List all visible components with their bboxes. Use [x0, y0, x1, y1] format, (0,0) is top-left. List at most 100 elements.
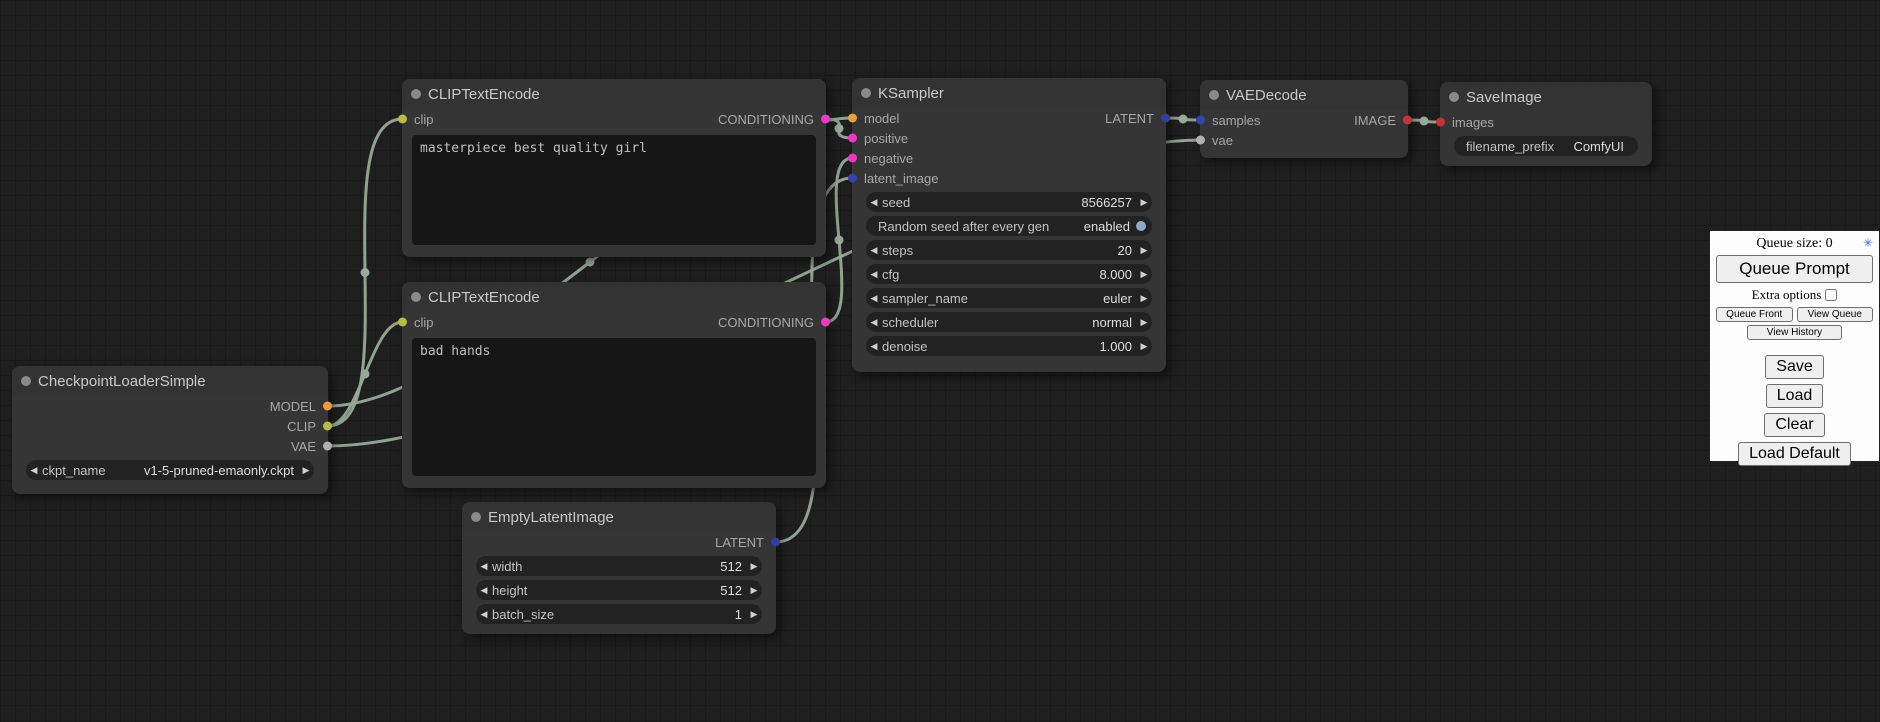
view-history-button[interactable]: View History	[1747, 325, 1841, 340]
image-input-port-icon[interactable]	[1436, 118, 1445, 127]
increment-arrow-icon[interactable]: ▶	[1136, 197, 1152, 208]
link-center-dot[interactable]	[835, 124, 844, 133]
node-collapse-icon[interactable]	[861, 88, 871, 98]
view-queue-button[interactable]: View Queue	[1797, 307, 1874, 322]
node-ksampler[interactable]: KSampler model LATENT positive negative …	[852, 78, 1166, 372]
widget-value: euler	[1103, 291, 1132, 306]
slot-label: images	[1452, 115, 1494, 130]
queue-front-button[interactable]: Queue Front	[1716, 307, 1793, 322]
increment-arrow-icon[interactable]: ▶	[1136, 341, 1152, 352]
node-collapse-icon[interactable]	[471, 512, 481, 522]
widget-ckpt-name[interactable]: ◀ ckpt_name v1-5-pruned-emaonly.ckpt ▶	[26, 460, 314, 480]
latent-input-port-icon[interactable]	[1196, 116, 1205, 125]
node-title-bar[interactable]: KSampler	[852, 78, 1166, 108]
node-emptylatentimage[interactable]: EmptyLatentImage LATENT ◀ width 512 ▶ ◀ …	[462, 502, 776, 634]
settings-icon[interactable]: ✳	[1863, 237, 1873, 249]
node-title-bar[interactable]: EmptyLatentImage	[462, 502, 776, 532]
link-wire[interactable]	[328, 322, 403, 426]
link-center-dot[interactable]	[361, 370, 370, 379]
prompt-textarea[interactable]: bad hands	[412, 338, 816, 476]
decrement-arrow-icon[interactable]: ◀	[866, 317, 882, 328]
increment-arrow-icon[interactable]: ▶	[746, 585, 762, 596]
widget-width[interactable]: ◀ width 512 ▶	[476, 556, 762, 576]
decrement-arrow-icon[interactable]: ◀	[476, 609, 492, 620]
increment-arrow-icon[interactable]: ▶	[1136, 293, 1152, 304]
conditioning-output-port-icon[interactable]	[821, 318, 830, 327]
save-button[interactable]: Save	[1765, 355, 1823, 379]
node-collapse-icon[interactable]	[411, 89, 421, 99]
increment-arrow-icon[interactable]: ▶	[746, 609, 762, 620]
node-checkpointloadersimple[interactable]: CheckpointLoaderSimple MODEL CLIP VAE ◀ …	[12, 366, 328, 494]
node-title-bar[interactable]: SaveImage	[1440, 82, 1652, 112]
node-collapse-icon[interactable]	[1209, 90, 1219, 100]
latent-output-port-icon[interactable]	[771, 538, 780, 547]
link-center-dot[interactable]	[586, 258, 595, 267]
node-graph-canvas[interactable]: CheckpointLoaderSimple MODEL CLIP VAE ◀ …	[0, 0, 1880, 722]
increment-arrow-icon[interactable]: ▶	[1136, 317, 1152, 328]
vae-output-port-icon[interactable]	[323, 442, 332, 451]
node-cliptextencode-positive[interactable]: CLIPTextEncode clip CONDITIONING masterp…	[402, 79, 826, 257]
link-wire[interactable]	[328, 119, 403, 426]
decrement-arrow-icon[interactable]: ◀	[26, 465, 42, 476]
link-center-dot[interactable]	[1420, 117, 1429, 126]
model-input-port-icon[interactable]	[848, 114, 857, 123]
increment-arrow-icon[interactable]: ▶	[298, 465, 314, 476]
node-collapse-icon[interactable]	[1449, 92, 1459, 102]
node-title-bar[interactable]: CheckpointLoaderSimple	[12, 366, 328, 396]
slot-row: samples IMAGE	[1200, 110, 1408, 130]
increment-arrow-icon[interactable]: ▶	[746, 561, 762, 572]
latent-input-port-icon[interactable]	[848, 174, 857, 183]
queue-prompt-button[interactable]: Queue Prompt	[1716, 255, 1873, 283]
link-center-dot[interactable]	[835, 236, 844, 245]
widget-seed[interactable]: ◀ seed 8566257 ▶	[866, 192, 1152, 212]
extra-options-checkbox[interactable]	[1825, 289, 1837, 301]
widget-batch-size[interactable]: ◀ batch_size 1 ▶	[476, 604, 762, 624]
decrement-arrow-icon[interactable]: ◀	[476, 561, 492, 572]
decrement-arrow-icon[interactable]: ◀	[866, 269, 882, 280]
conditioning-input-port-icon[interactable]	[848, 154, 857, 163]
clear-button[interactable]: Clear	[1764, 413, 1824, 437]
widget-cfg[interactable]: ◀ cfg 8.000 ▶	[866, 264, 1152, 284]
increment-arrow-icon[interactable]: ▶	[1136, 269, 1152, 280]
decrement-arrow-icon[interactable]: ◀	[866, 293, 882, 304]
node-title: CLIPTextEncode	[428, 289, 540, 306]
widget-scheduler[interactable]: ◀ scheduler normal ▶	[866, 312, 1152, 332]
link-wire[interactable]	[826, 158, 853, 322]
widget-label: batch_size	[492, 607, 554, 622]
node-cliptextencode-negative[interactable]: CLIPTextEncode clip CONDITIONING bad han…	[402, 282, 826, 488]
node-title-bar[interactable]: CLIPTextEncode	[402, 282, 826, 312]
link-center-dot[interactable]	[1179, 115, 1188, 124]
increment-arrow-icon[interactable]: ▶	[1136, 245, 1152, 256]
widget-steps[interactable]: ◀ steps 20 ▶	[866, 240, 1152, 260]
node-title-bar[interactable]: CLIPTextEncode	[402, 79, 826, 109]
conditioning-output-port-icon[interactable]	[821, 115, 830, 124]
decrement-arrow-icon[interactable]: ◀	[476, 585, 492, 596]
node-title-bar[interactable]: VAEDecode	[1200, 80, 1408, 110]
widget-denoise[interactable]: ◀ denoise 1.000 ▶	[866, 336, 1152, 356]
widget-height[interactable]: ◀ height 512 ▶	[476, 580, 762, 600]
load-button[interactable]: Load	[1766, 384, 1824, 408]
node-vaedecode[interactable]: VAEDecode samples IMAGE vae	[1200, 80, 1408, 158]
widget-filename-prefix[interactable]: filename_prefix ComfyUI	[1454, 136, 1638, 156]
model-output-port-icon[interactable]	[323, 402, 332, 411]
node-collapse-icon[interactable]	[411, 292, 421, 302]
conditioning-input-port-icon[interactable]	[848, 134, 857, 143]
clip-output-port-icon[interactable]	[323, 422, 332, 431]
link-center-dot[interactable]	[361, 268, 370, 277]
node-saveimage[interactable]: SaveImage images filename_prefix ComfyUI	[1440, 82, 1652, 166]
clip-input-port-icon[interactable]	[398, 318, 407, 327]
decrement-arrow-icon[interactable]: ◀	[866, 197, 882, 208]
vae-input-port-icon[interactable]	[1196, 136, 1205, 145]
output-slot-clip: CLIP	[12, 416, 328, 436]
decrement-arrow-icon[interactable]: ◀	[866, 245, 882, 256]
latent-output-port-icon[interactable]	[1161, 114, 1170, 123]
image-output-port-icon[interactable]	[1403, 116, 1412, 125]
load-default-button[interactable]: Load Default	[1738, 442, 1851, 466]
node-collapse-icon[interactable]	[21, 376, 31, 386]
clip-input-port-icon[interactable]	[398, 115, 407, 124]
widget-sampler-name[interactable]: ◀ sampler_name euler ▶	[866, 288, 1152, 308]
widget-random-seed-toggle[interactable]: Random seed after every gen enabled	[866, 216, 1152, 236]
toggle-on-icon[interactable]	[1136, 221, 1146, 231]
decrement-arrow-icon[interactable]: ◀	[866, 341, 882, 352]
prompt-textarea[interactable]: masterpiece best quality girl	[412, 135, 816, 245]
